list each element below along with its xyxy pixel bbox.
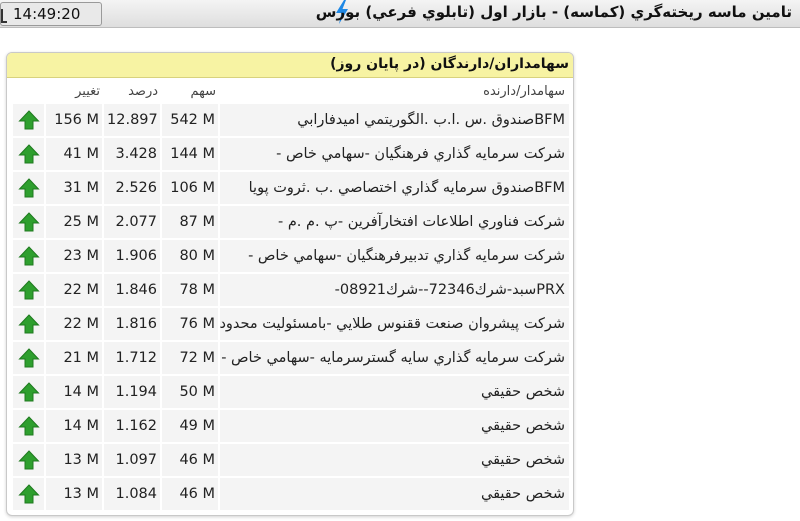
shares-cell: 49 M <box>160 409 220 444</box>
trend-cell <box>13 104 45 138</box>
up-arrow-icon <box>17 450 40 470</box>
change-cell: 14 M <box>43 409 104 444</box>
shares-cell: 144 M <box>160 137 220 172</box>
change-cell: 31 M <box>43 171 104 206</box>
table-row[interactable]: 14 M 1.162 49 M شخص حقيقي <box>13 409 569 444</box>
trend-cell <box>13 341 45 376</box>
percent-cell: 1.712 <box>102 341 162 376</box>
holder-cell: شخص حقيقي <box>218 375 569 410</box>
table-row[interactable]: 22 M 1.816 76 M شركت پيشروان صنعت ققنوس طلا… <box>13 307 569 342</box>
shares-cell: 542 M <box>160 104 220 138</box>
holder-cell: شخص حقيقي <box>218 477 569 512</box>
table-row[interactable]: 21 M 1.712 72 M شركت سرمايه گذاري سايه گستر… <box>13 341 569 376</box>
percent-cell: 1.906 <box>102 239 162 274</box>
shares-cell: 72 M <box>160 341 220 376</box>
percent-cell: 1.162 <box>102 409 162 444</box>
table-row[interactable]: 41 M 3.428 144 M شركت سرمايه گذاري فرهنگيان… <box>13 137 569 172</box>
trend-cell <box>13 205 45 240</box>
trend-cell <box>13 307 45 342</box>
table-row[interactable]: 23 M 1.906 80 M شركت سرمايه گذاري تدبيرفرهن… <box>13 239 569 274</box>
change-cell: 22 M <box>43 307 104 342</box>
shares-cell: 78 M <box>160 273 220 308</box>
change-cell: 21 M <box>43 341 104 376</box>
change-cell: 13 M <box>43 477 104 512</box>
percent-cell: 1.816 <box>102 307 162 342</box>
shares-cell: 106 M <box>160 171 220 206</box>
table-row[interactable]: 156 M 12.897 542 M BFMصندوق .س .ا.ب .الگوري… <box>13 104 569 138</box>
shares-cell: 46 M <box>160 477 220 512</box>
percent-cell: 1.097 <box>102 443 162 478</box>
holder-cell: شخص حقيقي <box>218 443 569 478</box>
holder-cell: شركت فناوري اطلاعات افتخارآفرين -پ .م .م… <box>218 205 569 240</box>
table-row[interactable]: 14 M 1.194 50 M شخص حقيقي <box>13 375 569 410</box>
holder-cell: شركت پيشروان صنعت ققنوس طلايي -بامسئوليت… <box>218 307 569 342</box>
trend-cell <box>13 477 45 512</box>
trend-cell <box>13 443 45 478</box>
change-cell: 25 M <box>43 205 104 240</box>
trend-cell <box>13 409 45 444</box>
trend-cell <box>13 239 45 274</box>
holder-cell: شركت سرمايه گذاري فرهنگيان -سهامي خاص - <box>218 137 569 172</box>
up-arrow-icon <box>17 246 40 266</box>
percent-cell: 2.077 <box>102 205 162 240</box>
shareholders-panel: سهامداران/دارندگان (در پايان روز) تغيير … <box>6 52 574 516</box>
trend-cell <box>13 171 45 206</box>
change-cell: 156 M <box>43 104 104 138</box>
holder-cell: شركت سرمايه گذاري سايه گسترسرمايه -سهامي… <box>218 341 569 376</box>
up-arrow-icon <box>17 382 40 402</box>
change-cell: 23 M <box>43 239 104 274</box>
trend-cell <box>13 137 45 172</box>
table-row[interactable]: 25 M 2.077 87 M شركت فناوري اطلاعات افتخارآ… <box>13 205 569 240</box>
change-cell: 22 M <box>43 273 104 308</box>
holder-cell: BFMصندوق سرمايه گذاري اختصاصي .ب .ثروت پ… <box>218 171 569 206</box>
percent-cell: 1.846 <box>102 273 162 308</box>
header-holder[interactable]: سهامدار/دارنده <box>219 78 569 104</box>
up-arrow-icon <box>17 314 40 334</box>
trend-cell <box>13 375 45 410</box>
table-row[interactable]: 22 M 1.846 78 M PRXسبد-شرك72346--شرك08921- <box>13 273 569 308</box>
up-arrow-icon <box>17 416 40 436</box>
page-title: تامين ماسه ريخته‌گري (كماسه) - بازار اول… <box>315 3 792 21</box>
percent-cell: 2.526 <box>102 171 162 206</box>
header-shares[interactable]: سهم <box>161 78 219 104</box>
trend-cell <box>13 273 45 308</box>
holder-cell: BFMصندوق .س .ا.ب .الگوريتمي اميدفارابي <box>218 104 569 138</box>
panel-title: سهامداران/دارندگان (در پايان روز) <box>7 53 573 78</box>
percent-cell: 12.897 <box>102 104 162 138</box>
up-arrow-icon <box>17 178 40 198</box>
holder-cell: شركت سرمايه گذاري تدبيرفرهنگيان -سهامي خ… <box>218 239 569 274</box>
header-percent[interactable]: درصد <box>103 78 161 104</box>
up-arrow-icon <box>17 110 40 130</box>
up-arrow-icon <box>17 144 40 164</box>
shares-cell: 87 M <box>160 205 220 240</box>
table-row[interactable]: 13 M 1.084 46 M شخص حقيقي <box>13 477 569 512</box>
shares-cell: 76 M <box>160 307 220 342</box>
holder-cell: شخص حقيقي <box>218 409 569 444</box>
shareholders-table: تغيير درصد سهم سهامدار/دارنده 156 M 12.89… <box>13 78 569 512</box>
percent-cell: 3.428 <box>102 137 162 172</box>
up-arrow-icon <box>17 280 40 300</box>
table-row[interactable]: 13 M 1.097 46 M شخص حقيقي <box>13 443 569 478</box>
table-row[interactable]: 31 M 2.526 106 M BFMصندوق سرمايه گذاري اختص… <box>13 171 569 206</box>
title-bar: 14:49:20 تامين ماسه ريخته‌گري (كماسه) - … <box>0 0 800 28</box>
clock-time: 14:49:20 <box>13 5 81 23</box>
clock-widget: 14:49:20 <box>0 2 102 26</box>
percent-cell: 1.194 <box>102 375 162 410</box>
header-change[interactable]: تغيير <box>13 78 103 104</box>
table-header-row: تغيير درصد سهم سهامدار/دارنده <box>13 78 569 104</box>
change-cell: 41 M <box>43 137 104 172</box>
shares-cell: 50 M <box>160 375 220 410</box>
change-cell: 13 M <box>43 443 104 478</box>
up-arrow-icon <box>17 484 40 504</box>
change-cell: 14 M <box>43 375 104 410</box>
shares-cell: 80 M <box>160 239 220 274</box>
percent-cell: 1.084 <box>102 477 162 512</box>
holder-cell: PRXسبد-شرك72346--شرك08921- <box>218 273 569 308</box>
shares-cell: 46 M <box>160 443 220 478</box>
up-arrow-icon <box>17 348 40 368</box>
clock-icon <box>1 9 7 23</box>
up-arrow-icon <box>17 212 40 232</box>
